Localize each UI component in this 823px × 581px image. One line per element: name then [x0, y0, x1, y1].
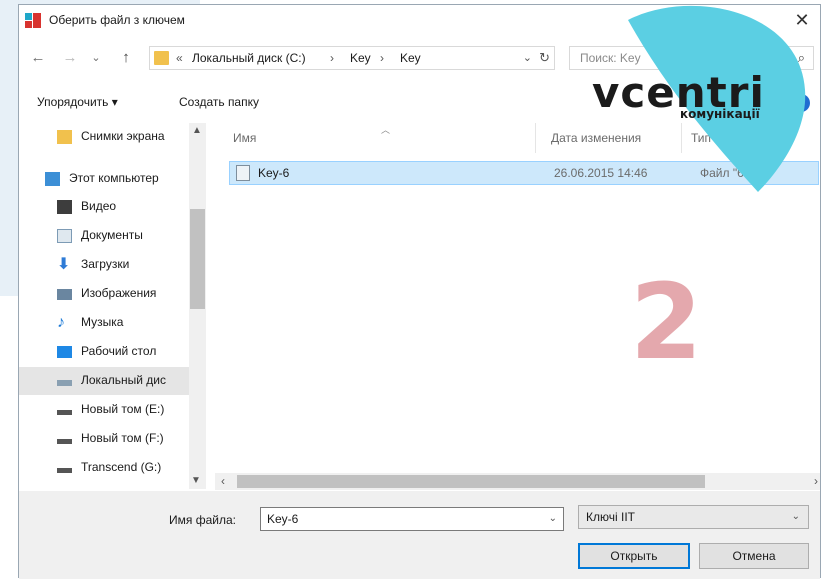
drive-icon: [57, 380, 72, 386]
scroll-left-icon[interactable]: ‹: [221, 474, 225, 488]
horizontal-scroll-thumb[interactable]: [237, 475, 705, 488]
file-type-filter[interactable]: Ключі ІІТ ⌄: [578, 505, 809, 529]
folder-icon: [57, 130, 72, 144]
file-name: Key-6: [258, 166, 290, 180]
sidebar-item-transcend[interactable]: Transcend (G:): [19, 454, 189, 482]
documents-icon: [57, 229, 72, 243]
sidebar-item-music[interactable]: ♪ Музыка: [19, 309, 189, 337]
pictures-icon: [57, 289, 72, 300]
refresh-icon[interactable]: ↻: [539, 50, 550, 66]
app-icon: [25, 13, 41, 28]
scroll-down-icon[interactable]: ▼: [191, 475, 201, 486]
sidebar-item-downloads[interactable]: ⬇ Загрузки: [19, 251, 189, 279]
sidebar-item-desktop[interactable]: Рабочий стол: [19, 338, 189, 366]
bottom-panel: Имя файла: Key-6 ⌄ Ключі ІІТ ⌄ Открыть О…: [19, 491, 820, 579]
address-bar[interactable]: « Локальный диск (C:) › Key › Key ⌄ ↻: [149, 46, 555, 70]
sidebar-item-this-pc[interactable]: Этот компьютер: [19, 165, 189, 193]
chevron-down-icon[interactable]: ⌄: [549, 513, 557, 524]
sort-ascending-icon: ︿: [381, 125, 391, 135]
file-type-filter-value: Ключі ІІТ: [586, 510, 635, 524]
music-icon: ♪: [57, 314, 65, 331]
forward-arrow-icon[interactable]: →: [59, 47, 81, 69]
sidebar-scroll-thumb[interactable]: [190, 209, 205, 309]
breadcrumb-overflow[interactable]: «: [176, 51, 183, 65]
address-dropdown-icon[interactable]: ⌄: [523, 51, 532, 64]
cancel-button[interactable]: Отмена: [699, 543, 809, 569]
breadcrumb-separator: ›: [330, 51, 334, 65]
logo-subtitle: комунікації: [680, 107, 760, 121]
breadcrumb-key-parent[interactable]: Key: [350, 51, 371, 65]
computer-icon: [45, 172, 60, 186]
sidebar-item-volume-e[interactable]: Новый том (E:): [19, 396, 189, 424]
drive-icon: [57, 410, 72, 415]
breadcrumb-drive[interactable]: Локальный диск (C:): [192, 51, 306, 65]
chevron-down-icon[interactable]: ⌄: [792, 511, 800, 522]
navigation-pane: Снимки экрана Этот компьютер Видео Докум…: [19, 123, 207, 489]
sidebar-item-local-disk[interactable]: Локальный дис: [19, 367, 189, 395]
column-header-name[interactable]: Имя: [233, 131, 256, 145]
filename-label: Имя файла:: [169, 513, 236, 527]
video-icon: [57, 200, 72, 214]
breadcrumb-key[interactable]: Key: [400, 51, 421, 65]
sidebar-scrollbar[interactable]: ▲: [189, 123, 206, 489]
breadcrumb-separator: ›: [380, 51, 384, 65]
drive-icon: [57, 439, 72, 444]
back-arrow-icon[interactable]: ←: [27, 47, 49, 69]
file-icon: [236, 165, 250, 181]
downloads-icon: ⬇: [57, 256, 71, 273]
sidebar-item-video[interactable]: Видео: [19, 193, 189, 221]
desktop-icon: [57, 346, 72, 358]
sidebar-item-volume-f[interactable]: Новый том (F:): [19, 425, 189, 453]
sidebar-item-documents[interactable]: Документы: [19, 222, 189, 250]
folder-icon: [154, 51, 169, 65]
window-title: Оберить файл з ключем: [49, 13, 185, 27]
scroll-right-icon[interactable]: ›: [814, 474, 818, 488]
filename-field[interactable]: Key-6 ⌄: [260, 507, 564, 531]
organize-button[interactable]: Упорядочить ▾: [37, 95, 118, 109]
new-folder-button[interactable]: Создать папку: [179, 95, 259, 109]
open-button[interactable]: Открыть: [578, 543, 690, 569]
scroll-up-icon[interactable]: ▲: [192, 125, 202, 136]
step-number: 2: [630, 261, 703, 383]
recent-locations-chevron-icon[interactable]: ⌄: [89, 47, 103, 69]
filename-value[interactable]: Key-6: [267, 512, 298, 526]
up-arrow-icon[interactable]: ↑: [115, 47, 137, 69]
drive-icon: [57, 468, 72, 473]
sidebar-item-screenshots[interactable]: Снимки экрана: [19, 123, 189, 151]
sidebar-item-pictures[interactable]: Изображения: [19, 280, 189, 308]
horizontal-scrollbar[interactable]: ‹ ›: [215, 473, 820, 490]
column-divider[interactable]: [535, 123, 536, 153]
